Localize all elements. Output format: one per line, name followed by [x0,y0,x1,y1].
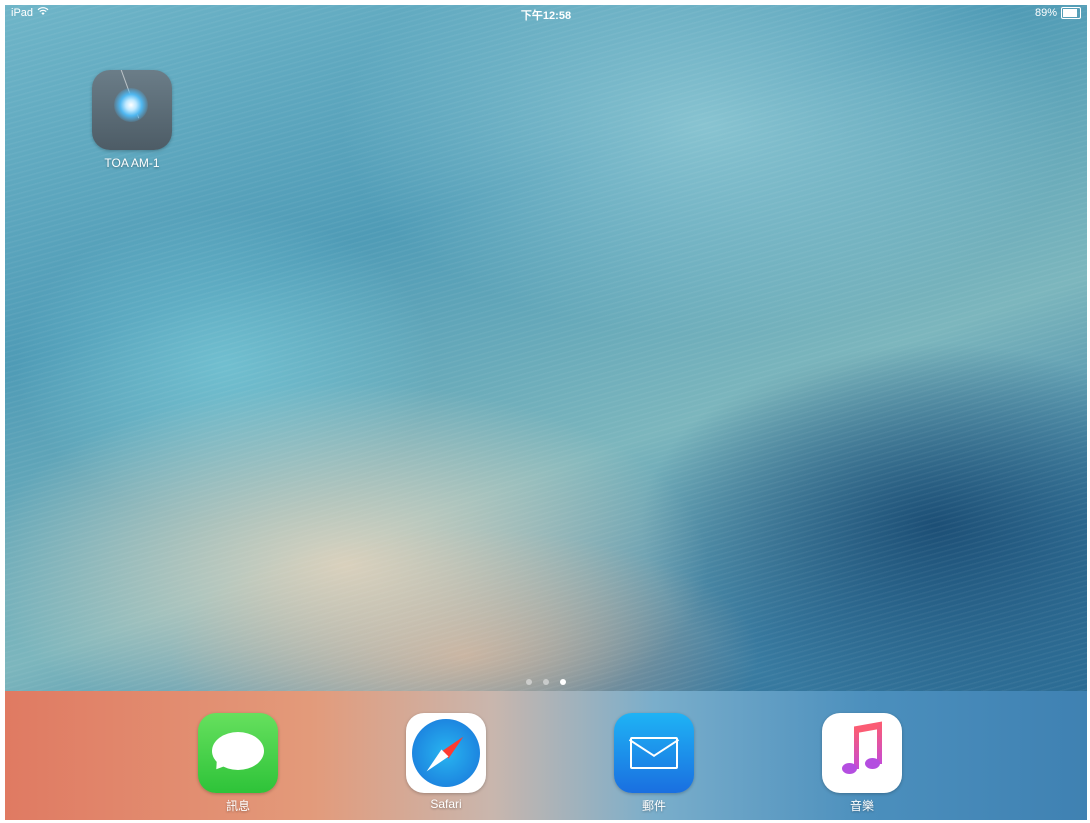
status-bar: iPad 下午12:58 89% [5,5,1087,23]
dock-app-label: 訊息 [225,799,250,813]
safari-icon[interactable] [406,713,486,793]
battery-icon [1061,7,1081,19]
music-note-head [865,758,880,769]
page-dot-active[interactable] [560,679,566,685]
battery-level-fill [1063,9,1078,17]
page-indicator[interactable] [5,679,1087,685]
toa-am1-app-icon[interactable] [92,70,172,150]
dock-app-label: Safari [430,797,462,811]
page-dot[interactable] [543,679,549,685]
dock-app-safari[interactable]: Safari [396,713,496,811]
dock-app-label: 音樂 [849,799,874,813]
music-icon[interactable] [822,713,902,793]
toa-icon-glow [114,88,148,122]
battery-percent: 89% [1034,7,1057,19]
page-dot[interactable] [526,679,532,685]
ipad-home-screen: iPad 下午12:58 89% TOA AM-1 訊息 Safari 郵件 音… [5,5,1087,820]
music-note-stem [877,724,882,764]
dock-app-mail[interactable]: 郵件 [604,713,704,814]
dock-app-music[interactable]: 音樂 [812,713,912,814]
music-note-head [842,763,857,774]
app-toa-am1[interactable]: TOA AM-1 [82,70,182,170]
compass-needle-white [423,749,449,775]
compass-icon [412,719,480,787]
music-note-stem [854,729,859,769]
mail-icon[interactable] [614,713,694,793]
status-time: 下午12:58 [520,10,572,22]
status-right: 89% [1035,7,1081,19]
app-label: TOA AM-1 [104,156,160,170]
messages-icon[interactable] [198,713,278,793]
dock-app-label: 郵件 [641,799,666,813]
dock: 訊息 Safari 郵件 音樂 [5,691,1087,820]
dock-app-messages[interactable]: 訊息 [188,713,288,814]
